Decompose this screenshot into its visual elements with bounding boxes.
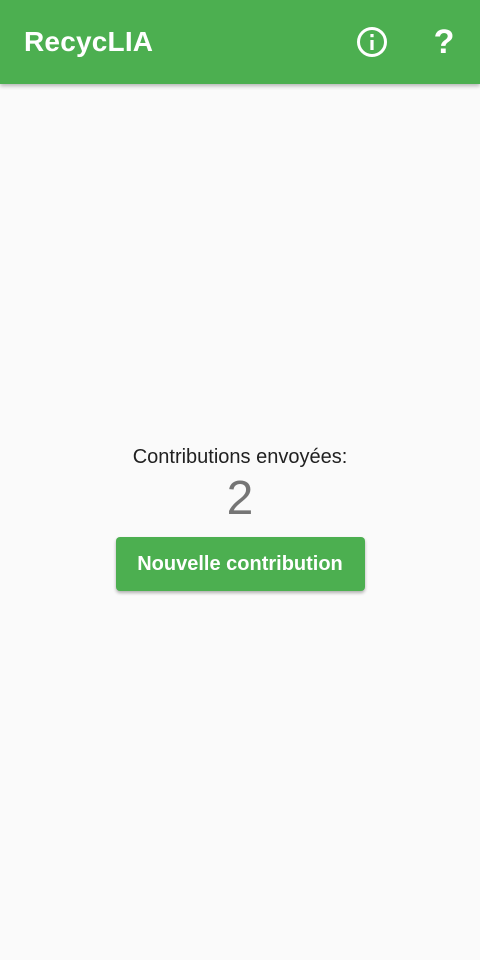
contributions-count: 2	[226, 472, 254, 525]
app-title: RecycLIA	[24, 26, 154, 57]
new-contribution-button[interactable]: Nouvelle contribution	[115, 537, 365, 591]
info-button[interactable]	[350, 20, 394, 64]
app-screen: RecycLIA ? Contributions envoyées: 2 Nou…	[0, 0, 480, 960]
question-mark-icon: ?	[433, 23, 455, 61]
app-bar: RecycLIA ?	[0, 0, 480, 84]
contributions-label: Contributions envoyées:	[132, 446, 348, 468]
info-icon	[357, 27, 387, 57]
contributions-panel: Contributions envoyées: 2 Nouvelle contr…	[0, 444, 480, 591]
help-button[interactable]: ?	[422, 20, 466, 64]
